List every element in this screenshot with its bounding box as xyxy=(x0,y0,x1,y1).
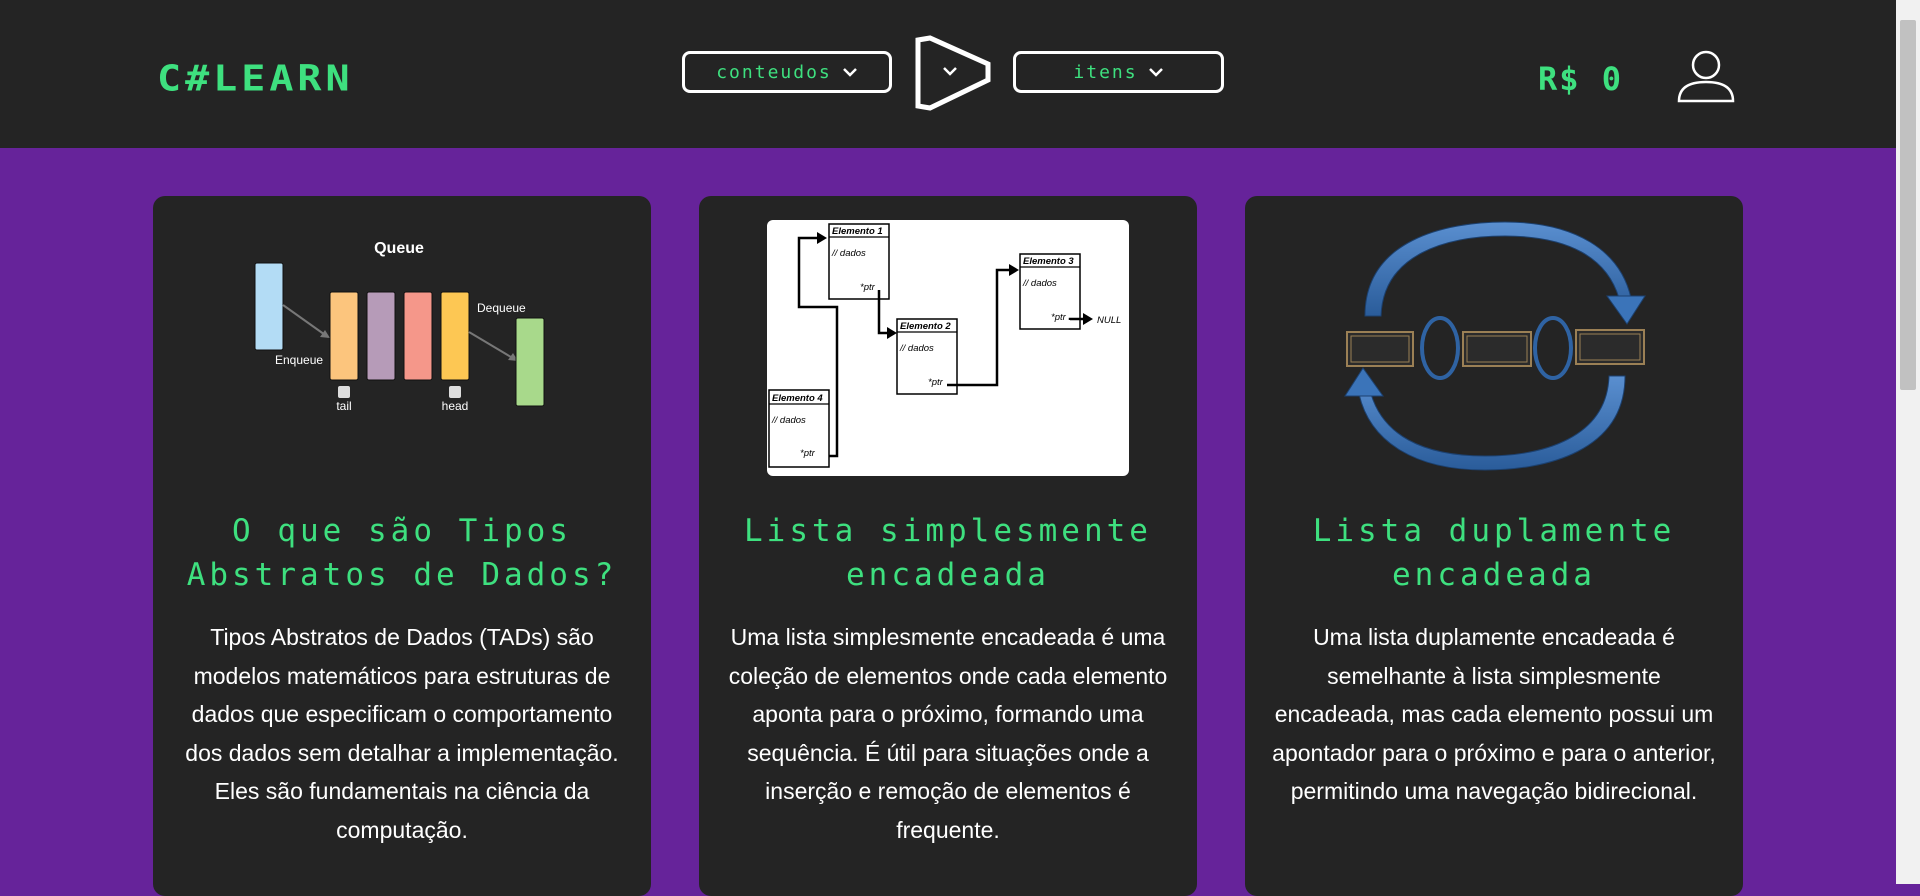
header-bar: C#LEARN conteudos itens R$ 0 xyxy=(0,0,1920,148)
doubly-linked-list-image xyxy=(1344,221,1646,471)
linked-list-diagram-image: Elemento 4 // dados *ptr Elemento 1 // d… xyxy=(767,220,1129,476)
itens-dropdown-button[interactable]: itens xyxy=(1013,51,1224,93)
conteudos-label: conteudos xyxy=(716,61,832,83)
page-scrollbar[interactable] xyxy=(1896,0,1920,884)
user-icon[interactable] xyxy=(1676,49,1736,103)
node-1-ptr: *ptr xyxy=(860,282,876,293)
card-lista-simples[interactable]: Elemento 4 // dados *ptr Elemento 1 // d… xyxy=(699,196,1197,896)
node-3-name: Elemento 3 xyxy=(1023,256,1074,267)
node-4-data: // dados xyxy=(771,415,806,426)
play-logo-icon[interactable] xyxy=(912,34,994,112)
node-2-name: Elemento 2 xyxy=(900,321,951,332)
dequeue-label: Dequeue xyxy=(477,301,526,315)
node-3-ptr: *ptr xyxy=(1051,312,1067,323)
itens-label: itens xyxy=(1073,61,1138,83)
node-3-data: // dados xyxy=(1022,278,1057,289)
scrollbar-thumb[interactable] xyxy=(1900,20,1916,390)
card-description: Uma lista simplesmente encadeada é uma c… xyxy=(728,624,1168,843)
tail-label: tail xyxy=(336,399,351,413)
node-1-name: Elemento 1 xyxy=(832,226,883,237)
node-1-data: // dados xyxy=(831,248,866,259)
queue-diagram-image: Queue Enqueue Dequeue tail head xyxy=(254,240,545,413)
node-2-data: // dados xyxy=(899,343,934,354)
conteudos-dropdown-button[interactable]: conteudos xyxy=(682,51,892,93)
card-title: Lista simplesmente encadeada xyxy=(744,513,1152,593)
queue-title: Queue xyxy=(374,240,424,257)
card-title: Lista duplamente encadeada xyxy=(1312,513,1676,593)
card-lista-dupla[interactable]: Lista duplamente encadeada Uma lista dup… xyxy=(1245,196,1743,896)
chevron-down-icon xyxy=(1148,68,1163,77)
card-title: O que são Tipos Abstratos de Dados? xyxy=(186,513,618,593)
enqueue-label: Enqueue xyxy=(275,353,323,367)
null-label: NULL xyxy=(1097,315,1121,326)
node-4-name: Elemento 4 xyxy=(772,393,823,404)
head-label: head xyxy=(442,399,469,413)
card-description: Uma lista duplamente encadeada é semelha… xyxy=(1272,624,1716,804)
card-description: Tipos Abstratos de Dados (TADs) são mode… xyxy=(185,624,619,843)
brand-logo[interactable]: C#LEARN xyxy=(157,58,354,99)
node-4-ptr: *ptr xyxy=(800,448,816,459)
card-tad[interactable]: Queue Enqueue Dequeue tail head O que sã… xyxy=(153,196,651,896)
chevron-down-icon xyxy=(842,68,857,77)
node-2-ptr: *ptr xyxy=(928,377,944,388)
balance-display: R$ 0 xyxy=(1538,60,1624,98)
